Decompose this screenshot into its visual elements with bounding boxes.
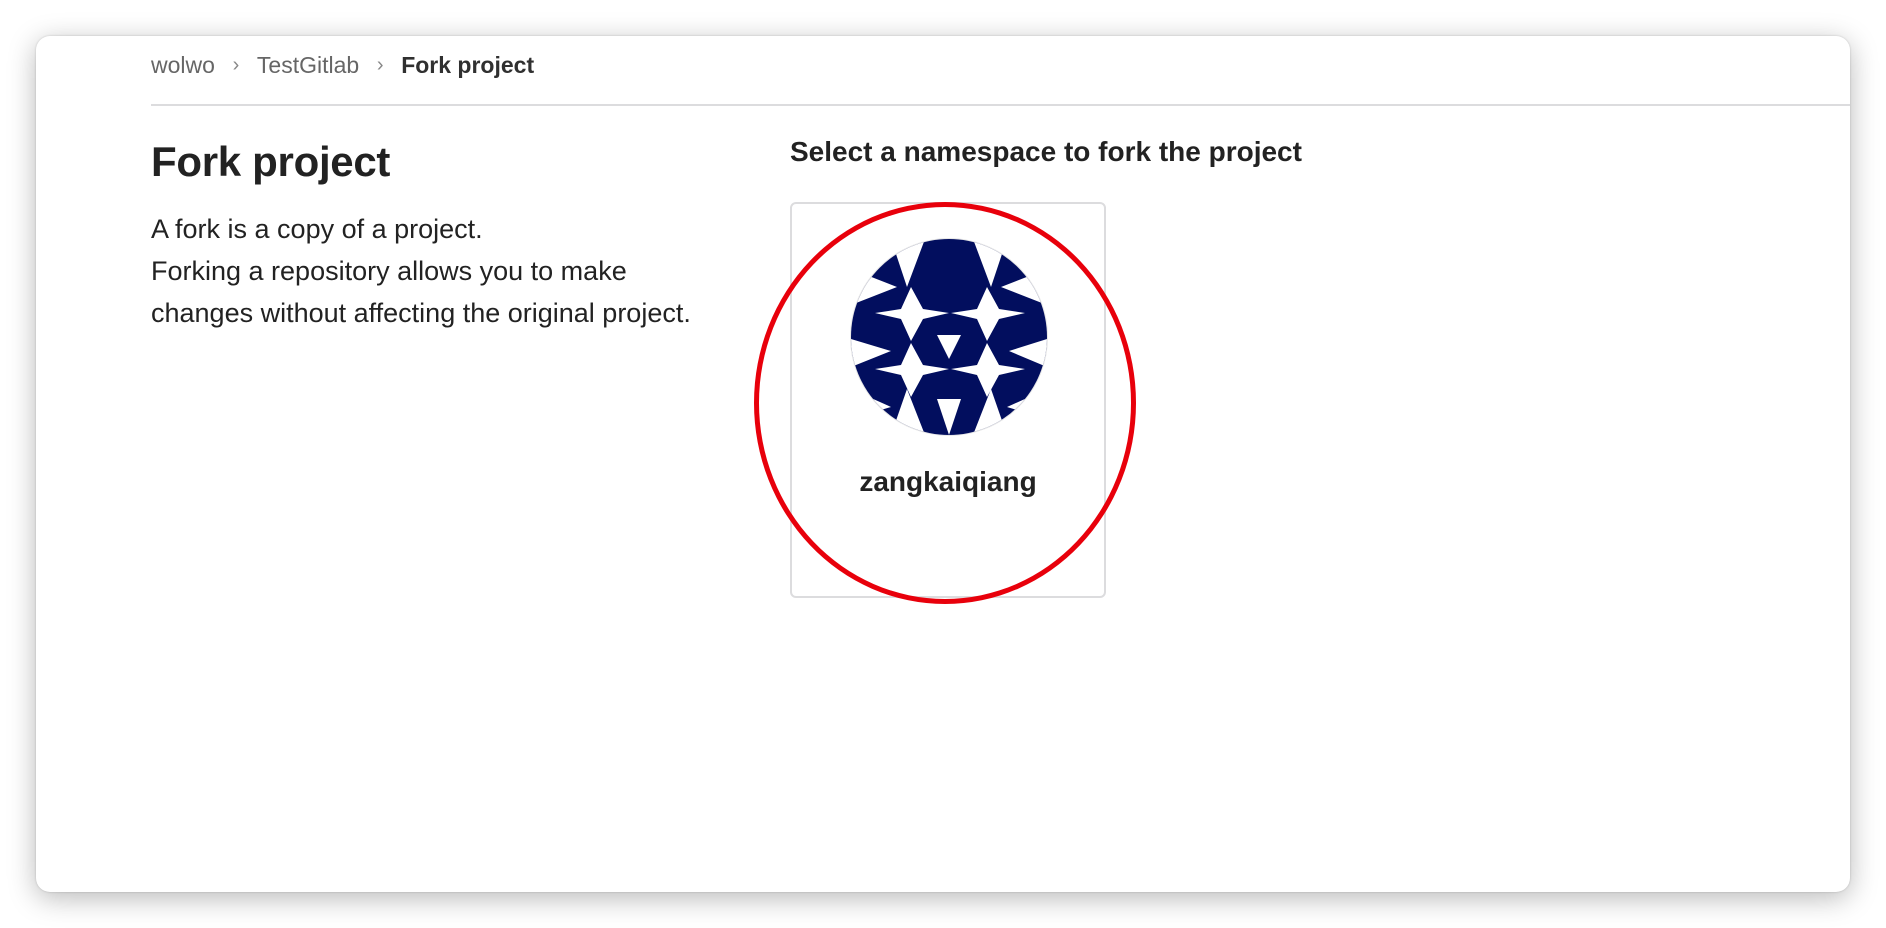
namespace-name[interactable]: zangkaiqiang bbox=[792, 466, 1104, 498]
breadcrumb-link-wolwo[interactable]: wolwo bbox=[151, 52, 215, 79]
header-divider bbox=[151, 104, 1850, 106]
breadcrumb-chevron-icon: › bbox=[232, 53, 240, 76]
breadcrumb-chevron-icon: › bbox=[376, 53, 384, 76]
description-line: Forking a repository allows you to make … bbox=[151, 256, 691, 328]
breadcrumb-current: Fork project bbox=[401, 51, 535, 78]
description-line: A fork is a copy of a project. bbox=[151, 214, 483, 244]
breadcrumb: wolwo › TestGitlab › Fork project bbox=[151, 44, 534, 86]
namespace-card-zangkaiqiang[interactable]: zangkaiqiang bbox=[790, 202, 1106, 598]
page-title: Fork project bbox=[151, 138, 391, 185]
namespace-avatar[interactable] bbox=[850, 238, 1048, 436]
breadcrumb-link-testgitlab[interactable]: TestGitlab bbox=[257, 52, 359, 79]
page-description: A fork is a copy of a project. Forking a… bbox=[151, 208, 711, 334]
geometric-identicon-icon bbox=[851, 239, 1047, 435]
namespace-section-title: Select a namespace to fork the project bbox=[790, 136, 1302, 167]
app-window: wolwo › TestGitlab › Fork project Fork p… bbox=[36, 36, 1850, 892]
